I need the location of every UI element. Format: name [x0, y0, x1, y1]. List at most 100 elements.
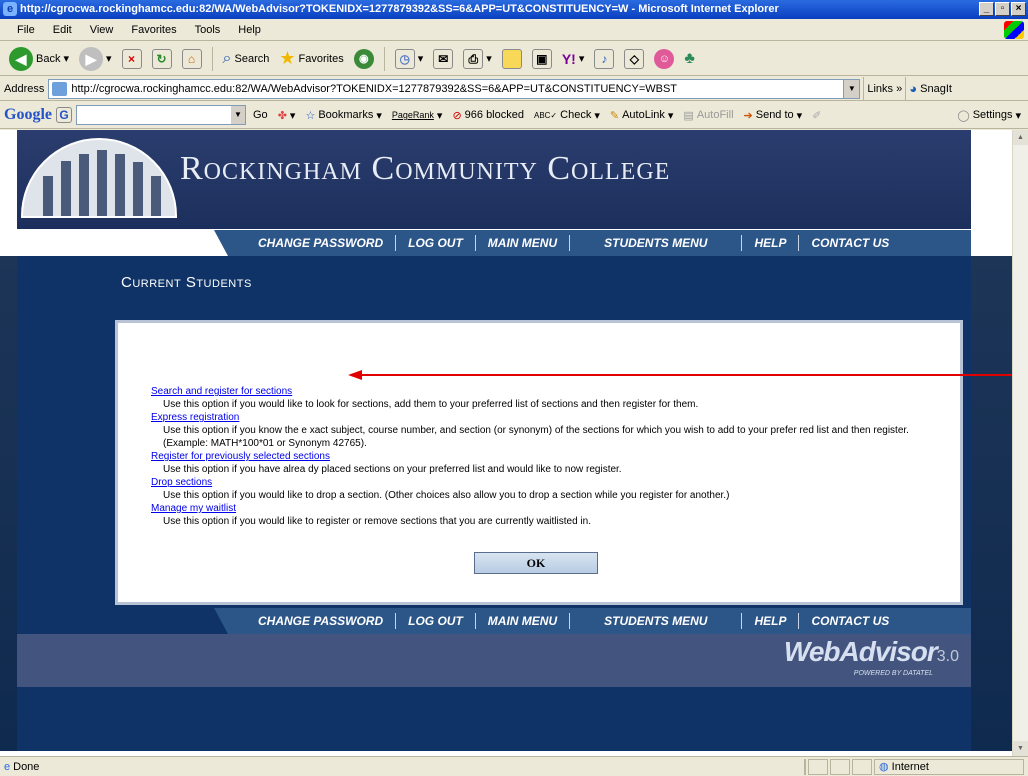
highlight-button[interactable]: ✐	[809, 109, 824, 122]
powered-by: POWERED BY DATATEL	[853, 670, 933, 677]
search-button[interactable]: ⌕ Search	[220, 45, 273, 73]
history-icon: ◷	[394, 48, 415, 69]
annotation-arrow	[348, 370, 1012, 380]
forward-arrow-icon: ▶	[79, 46, 103, 71]
folder-button[interactable]	[499, 45, 525, 73]
brand-name: WebAdvisor	[783, 636, 938, 667]
home-button[interactable]: ⌂	[179, 45, 205, 73]
standard-toolbar: ◀ Back ▾ ▶ ▾ × ↻ ⌂ ⌕ Search ★ Favorites …	[0, 42, 1028, 76]
media-button[interactable]: ◉	[351, 45, 377, 73]
addon-button-4[interactable]: ♣	[681, 45, 698, 73]
toolbar-separator	[383, 46, 385, 71]
nav-students-menu[interactable]: Students Menu	[569, 613, 741, 629]
popup-blocker-button[interactable]: ⊘ 966 blocked	[449, 109, 527, 122]
address-dropdown[interactable]: ▼	[843, 79, 860, 98]
status-text: Done	[13, 760, 40, 773]
google-logo[interactable]: Google	[4, 106, 52, 124]
option-description: Use this option if you would like to loo…	[163, 399, 699, 410]
page-title: Current Students	[121, 274, 252, 291]
nav-contact-us[interactable]: Contact Us	[798, 613, 901, 629]
menu-view[interactable]: View	[81, 24, 123, 36]
snagit-button[interactable]: SnagIt	[920, 83, 952, 95]
stop-button[interactable]: ×	[119, 45, 145, 73]
google-search-dropdown[interactable]: ▼	[231, 106, 245, 124]
settings-button[interactable]: ◯ Settings ▾	[954, 109, 1024, 122]
link-register-previously-selected[interactable]: Register for previously selected section…	[151, 450, 946, 463]
addon-button-3[interactable]: ☺	[651, 45, 677, 73]
minimize-button[interactable]: _	[979, 2, 994, 16]
link-express-registration[interactable]: Express registration	[151, 411, 946, 424]
menu-help[interactable]: Help	[229, 24, 270, 36]
google-go-button[interactable]: Go	[250, 109, 271, 121]
favorites-button[interactable]: ★ Favorites	[276, 45, 346, 73]
nav-students-menu[interactable]: Students Menu	[569, 235, 741, 251]
stop-icon: ×	[121, 48, 142, 69]
menu-edit[interactable]: Edit	[44, 24, 81, 36]
nav-main-menu[interactable]: Main Menu	[474, 235, 569, 251]
addon-button-2[interactable]: ◇	[621, 45, 647, 73]
addon-button-1[interactable]: ♪	[591, 45, 617, 73]
autofill-icon: ▤	[683, 109, 694, 122]
google-logo-text: Google	[4, 106, 52, 123]
pencil-icon: ✐	[812, 109, 822, 122]
nav-log-out[interactable]: Log Out	[395, 613, 475, 629]
refresh-button[interactable]: ↻	[149, 45, 175, 73]
bookmarks-label: Bookmarks	[318, 109, 374, 121]
pagerank-button[interactable]: PageRank ▾	[389, 109, 446, 122]
bottom-navigation: Change Password Log Out Main Menu Studen…	[214, 608, 971, 634]
puzzle-icon: ✤	[277, 109, 287, 122]
nav-main-menu[interactable]: Main Menu	[474, 613, 569, 629]
history-button[interactable]: ◷ ▾	[392, 45, 427, 73]
send-to-button[interactable]: ➔ Send to ▾	[741, 109, 806, 122]
menu-tools[interactable]: Tools	[186, 24, 230, 36]
option-description: Use this option if you know the e xact s…	[163, 425, 909, 449]
star-icon: ★	[279, 48, 296, 68]
bookmarks-button[interactable]: ☆ Bookmarks ▾	[302, 109, 384, 122]
mail-button[interactable]: ✉	[430, 45, 456, 73]
wand-icon: ✎	[609, 109, 620, 122]
top-navigation: Change Password Log Out Main Menu Studen…	[214, 230, 971, 256]
close-button[interactable]: ×	[1011, 2, 1026, 16]
maximize-button[interactable]: ▫	[995, 2, 1010, 16]
refresh-icon: ↻	[151, 48, 172, 69]
address-bar: Address http://cgrocwa.rockinghamcc.edu:…	[0, 76, 1028, 101]
zone-pane: ◍ Internet	[874, 758, 1024, 775]
google-search-input[interactable]: ▼	[76, 105, 246, 125]
page-icon	[52, 81, 68, 96]
spell-check-button[interactable]: ABC✓ Check ▾	[531, 109, 603, 122]
home-icon: ⌂	[181, 48, 202, 69]
page-done-icon: e	[4, 760, 11, 773]
folder-icon	[501, 48, 522, 69]
snagit-icon: ◕	[909, 81, 918, 96]
ok-button[interactable]: OK	[474, 552, 598, 574]
scroll-up-arrow[interactable]: ▲	[1013, 130, 1028, 145]
back-button[interactable]: ◀ Back ▾	[6, 45, 72, 73]
settings-icon: ◯	[957, 109, 970, 122]
status-pane	[808, 758, 828, 775]
print-button[interactable]: ⎙ ▾	[460, 45, 495, 73]
menu-favorites[interactable]: Favorites	[122, 24, 185, 36]
menu-file[interactable]: File	[8, 24, 44, 36]
nav-log-out[interactable]: Log Out	[395, 235, 475, 251]
link-manage-waitlist[interactable]: Manage my waitlist	[151, 502, 946, 515]
college-logo[interactable]	[21, 138, 177, 218]
link-search-register[interactable]: Search and register for sections	[151, 385, 946, 398]
nav-contact-us[interactable]: Contact Us	[798, 235, 901, 251]
link-drop-sections[interactable]: Drop sections	[151, 476, 946, 489]
forward-button[interactable]: ▶ ▾	[76, 45, 115, 73]
nav-change-password[interactable]: Change Password	[246, 613, 395, 629]
messenger-button[interactable]: ▣	[529, 45, 555, 73]
nav-change-password[interactable]: Change Password	[246, 235, 395, 251]
nav-help[interactable]: Help	[741, 235, 798, 251]
nav-help[interactable]: Help	[741, 613, 798, 629]
brand-version: 3.0	[936, 648, 959, 665]
vertical-scrollbar[interactable]: ▲ ▼	[1012, 130, 1028, 756]
google-options-button[interactable]: ✤ ▾	[275, 109, 299, 122]
address-input[interactable]: http://cgrocwa.rockinghamcc.edu:82/WA/We…	[48, 78, 861, 99]
autolink-button[interactable]: ✎ AutoLink ▾	[607, 109, 677, 122]
google-g-icon[interactable]: G	[56, 107, 72, 123]
links-button[interactable]: Links	[867, 83, 893, 95]
scroll-down-arrow[interactable]: ▼	[1013, 741, 1028, 756]
yahoo-button[interactable]: Y! ▾	[559, 45, 588, 73]
webadvisor-logo: WebAdvisor3.0 POWERED BY DATATEL	[783, 636, 959, 677]
